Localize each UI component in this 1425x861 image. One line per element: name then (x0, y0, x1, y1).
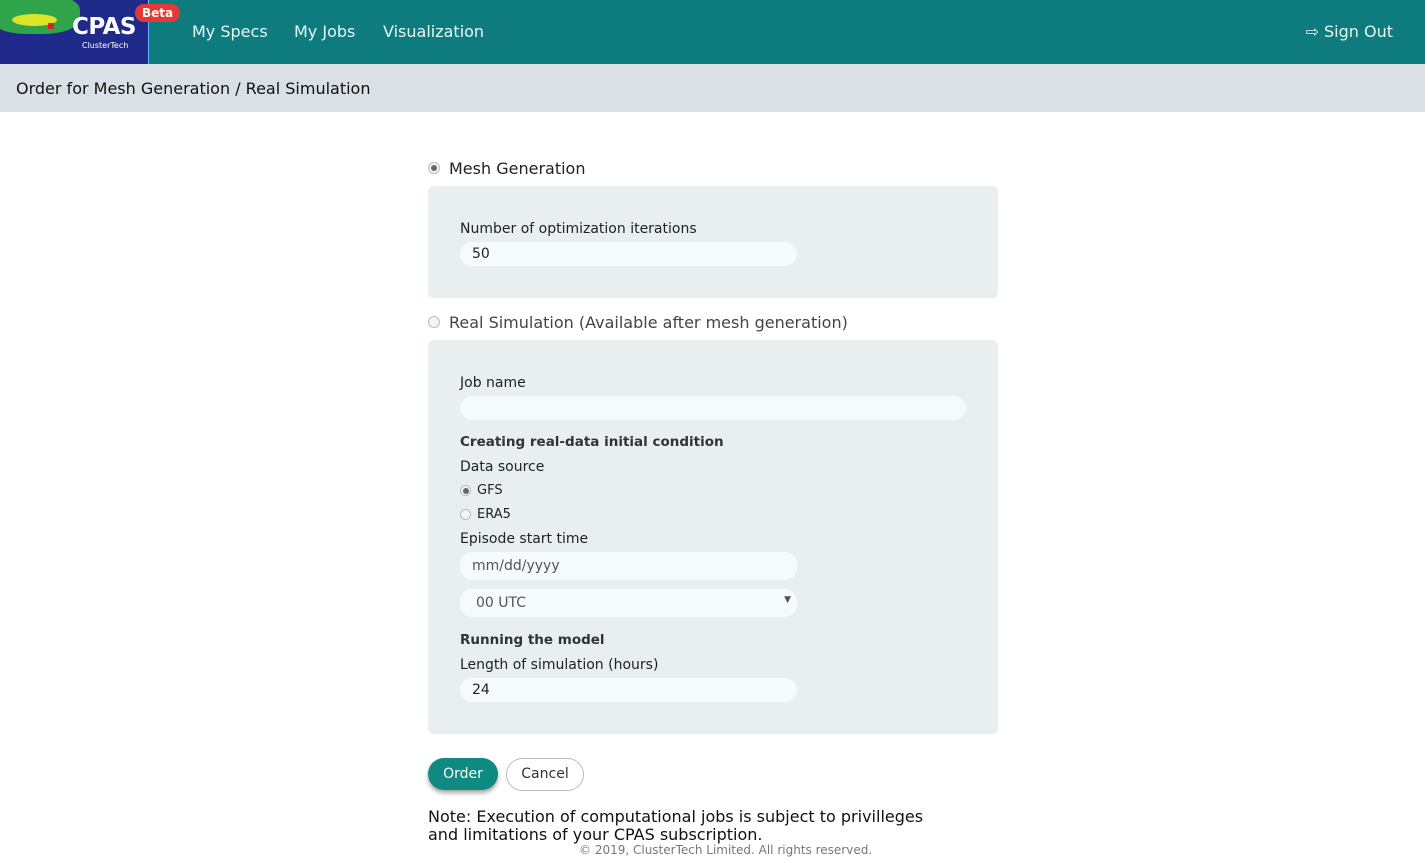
job-name-input[interactable] (460, 396, 966, 420)
logo-subtext: ClusterTech (82, 41, 129, 50)
nav-visualization[interactable]: Visualization (383, 22, 484, 41)
iterations-label: Number of optimization iterations (460, 221, 697, 237)
nav-my-jobs[interactable]: My Jobs (294, 22, 355, 41)
episode-start-label: Episode start time (460, 531, 589, 547)
gfs-radio[interactable] (460, 485, 471, 496)
footer-copyright: © 2019, ClusterTech Limited. All rights … (579, 843, 873, 857)
simulation-length-label: Length of simulation (hours) (460, 657, 659, 673)
sign-out-icon: ⇨ (1305, 22, 1319, 41)
sign-out-label: Sign Out (1324, 22, 1393, 41)
breadcrumb: Order for Mesh Generation / Real Simulat… (16, 79, 371, 98)
real-simulation-label: Real Simulation (Available after mesh ge… (449, 313, 848, 332)
chevron-down-icon: ▼ (784, 595, 791, 605)
gfs-label: GFS (477, 483, 503, 498)
job-name-label: Job name (460, 375, 526, 391)
simulation-length-input[interactable]: 24 (460, 678, 797, 702)
running-model-heading: Running the model (460, 632, 605, 648)
mesh-panel: Number of optimization iterations 50 (428, 186, 998, 298)
start-date-input[interactable]: mm/dd/yyyy (460, 552, 797, 580)
era5-label: ERA5 (477, 507, 511, 522)
sign-out-link[interactable]: ⇨ Sign Out (1306, 22, 1394, 41)
top-navbar: CPAS ClusterTech Beta My Specs My Jobs V… (0, 0, 1425, 64)
real-simulation-panel: Job name Creating real-data initial cond… (428, 340, 998, 734)
era5-radio[interactable] (460, 509, 471, 520)
data-source-label: Data source (460, 459, 545, 475)
cancel-button[interactable]: Cancel (506, 758, 584, 791)
beta-badge: Beta (135, 4, 181, 22)
cpas-logo[interactable]: CPAS ClusterTech (0, 0, 149, 64)
order-button[interactable]: Order (428, 758, 498, 790)
mesh-generation-radio[interactable] (428, 162, 440, 174)
iterations-input[interactable]: 50 (460, 242, 797, 266)
breadcrumb-bar: Order for Mesh Generation / Real Simulat… (0, 64, 1425, 112)
start-hour-value: 00 UTC (476, 595, 527, 611)
nav-my-specs[interactable]: My Specs (192, 22, 268, 41)
real-simulation-radio[interactable] (428, 316, 440, 328)
subscription-note: Note: Execution of computational jobs is… (428, 807, 924, 844)
mesh-generation-label: Mesh Generation (449, 159, 586, 178)
logo-text: CPAS (72, 14, 137, 40)
start-hour-select[interactable]: 00 UTC ▼ (460, 589, 797, 617)
initial-condition-heading: Creating real-data initial condition (460, 434, 724, 450)
